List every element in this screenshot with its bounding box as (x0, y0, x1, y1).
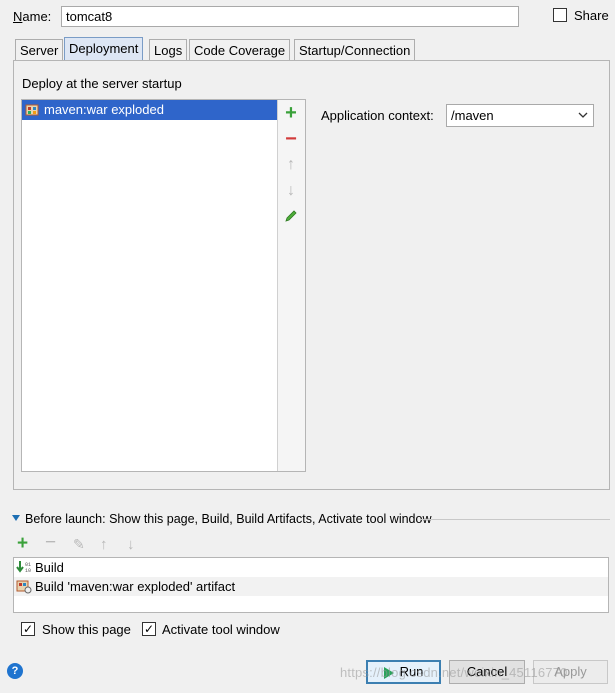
artifact-icon (16, 580, 32, 594)
move-task-down-icon[interactable]: ↓ (127, 536, 135, 553)
remove-icon[interactable]: − (281, 128, 301, 150)
show-page-label: Show this page (42, 622, 131, 637)
edit-icon[interactable] (281, 206, 301, 226)
show-page-checkbox[interactable]: ✓ (21, 622, 35, 636)
app-context-value: /maven (451, 108, 494, 123)
task-label: Build 'maven:war exploded' artifact (35, 579, 236, 594)
app-context-select[interactable]: /maven (446, 104, 594, 127)
tab-logs[interactable]: Logs (149, 39, 188, 61)
war-artifact-icon (25, 104, 39, 116)
app-context-label: Application context: (321, 108, 434, 123)
divider (420, 519, 610, 520)
deploy-list[interactable] (22, 100, 278, 471)
list-item[interactable]: maven:war exploded (22, 100, 277, 120)
tab-startup-connection[interactable]: Startup/Connection (294, 39, 416, 61)
build-icon: 01 10 (16, 561, 31, 574)
run-button[interactable]: Run (366, 660, 441, 684)
name-label: Name: (13, 9, 52, 24)
before-launch-title[interactable]: Before launch: Show this page, Build, Bu… (25, 512, 431, 526)
deploy-toolbar: + − ↑ ↓ (278, 100, 305, 471)
help-icon[interactable]: ? (7, 663, 23, 679)
cancel-button[interactable]: Cancel (449, 660, 525, 684)
tab-deployment[interactable]: Deployment (64, 37, 144, 61)
share-checkbox[interactable] (553, 8, 567, 22)
activate-tool-label: Activate tool window (162, 622, 280, 637)
table-row[interactable] (14, 558, 608, 577)
name-input[interactable]: tomcat8 (61, 6, 519, 27)
apply-button[interactable]: Apply (533, 660, 608, 684)
remove-task-icon[interactable]: − (45, 533, 56, 552)
collapse-triangle-icon[interactable] (12, 515, 20, 521)
task-label: Build (35, 560, 64, 575)
deploy-section-title: Deploy at the server startup (22, 76, 182, 91)
tab-code-coverage[interactable]: Code Coverage (189, 39, 291, 61)
chevron-down-icon (578, 112, 588, 118)
run-icon (383, 666, 394, 679)
move-down-icon[interactable]: ↓ (281, 181, 301, 201)
activate-tool-checkbox[interactable]: ✓ (142, 622, 156, 636)
share-label: Share (574, 8, 609, 23)
edit-task-icon[interactable]: ✎ (73, 536, 85, 553)
svg-text:10: 10 (25, 568, 31, 574)
move-task-up-icon[interactable]: ↑ (100, 536, 108, 553)
move-up-icon[interactable]: ↑ (281, 155, 301, 175)
tab-server[interactable]: Server (15, 39, 64, 61)
add-task-icon[interactable]: + (17, 534, 28, 553)
add-icon[interactable]: + (281, 102, 301, 124)
